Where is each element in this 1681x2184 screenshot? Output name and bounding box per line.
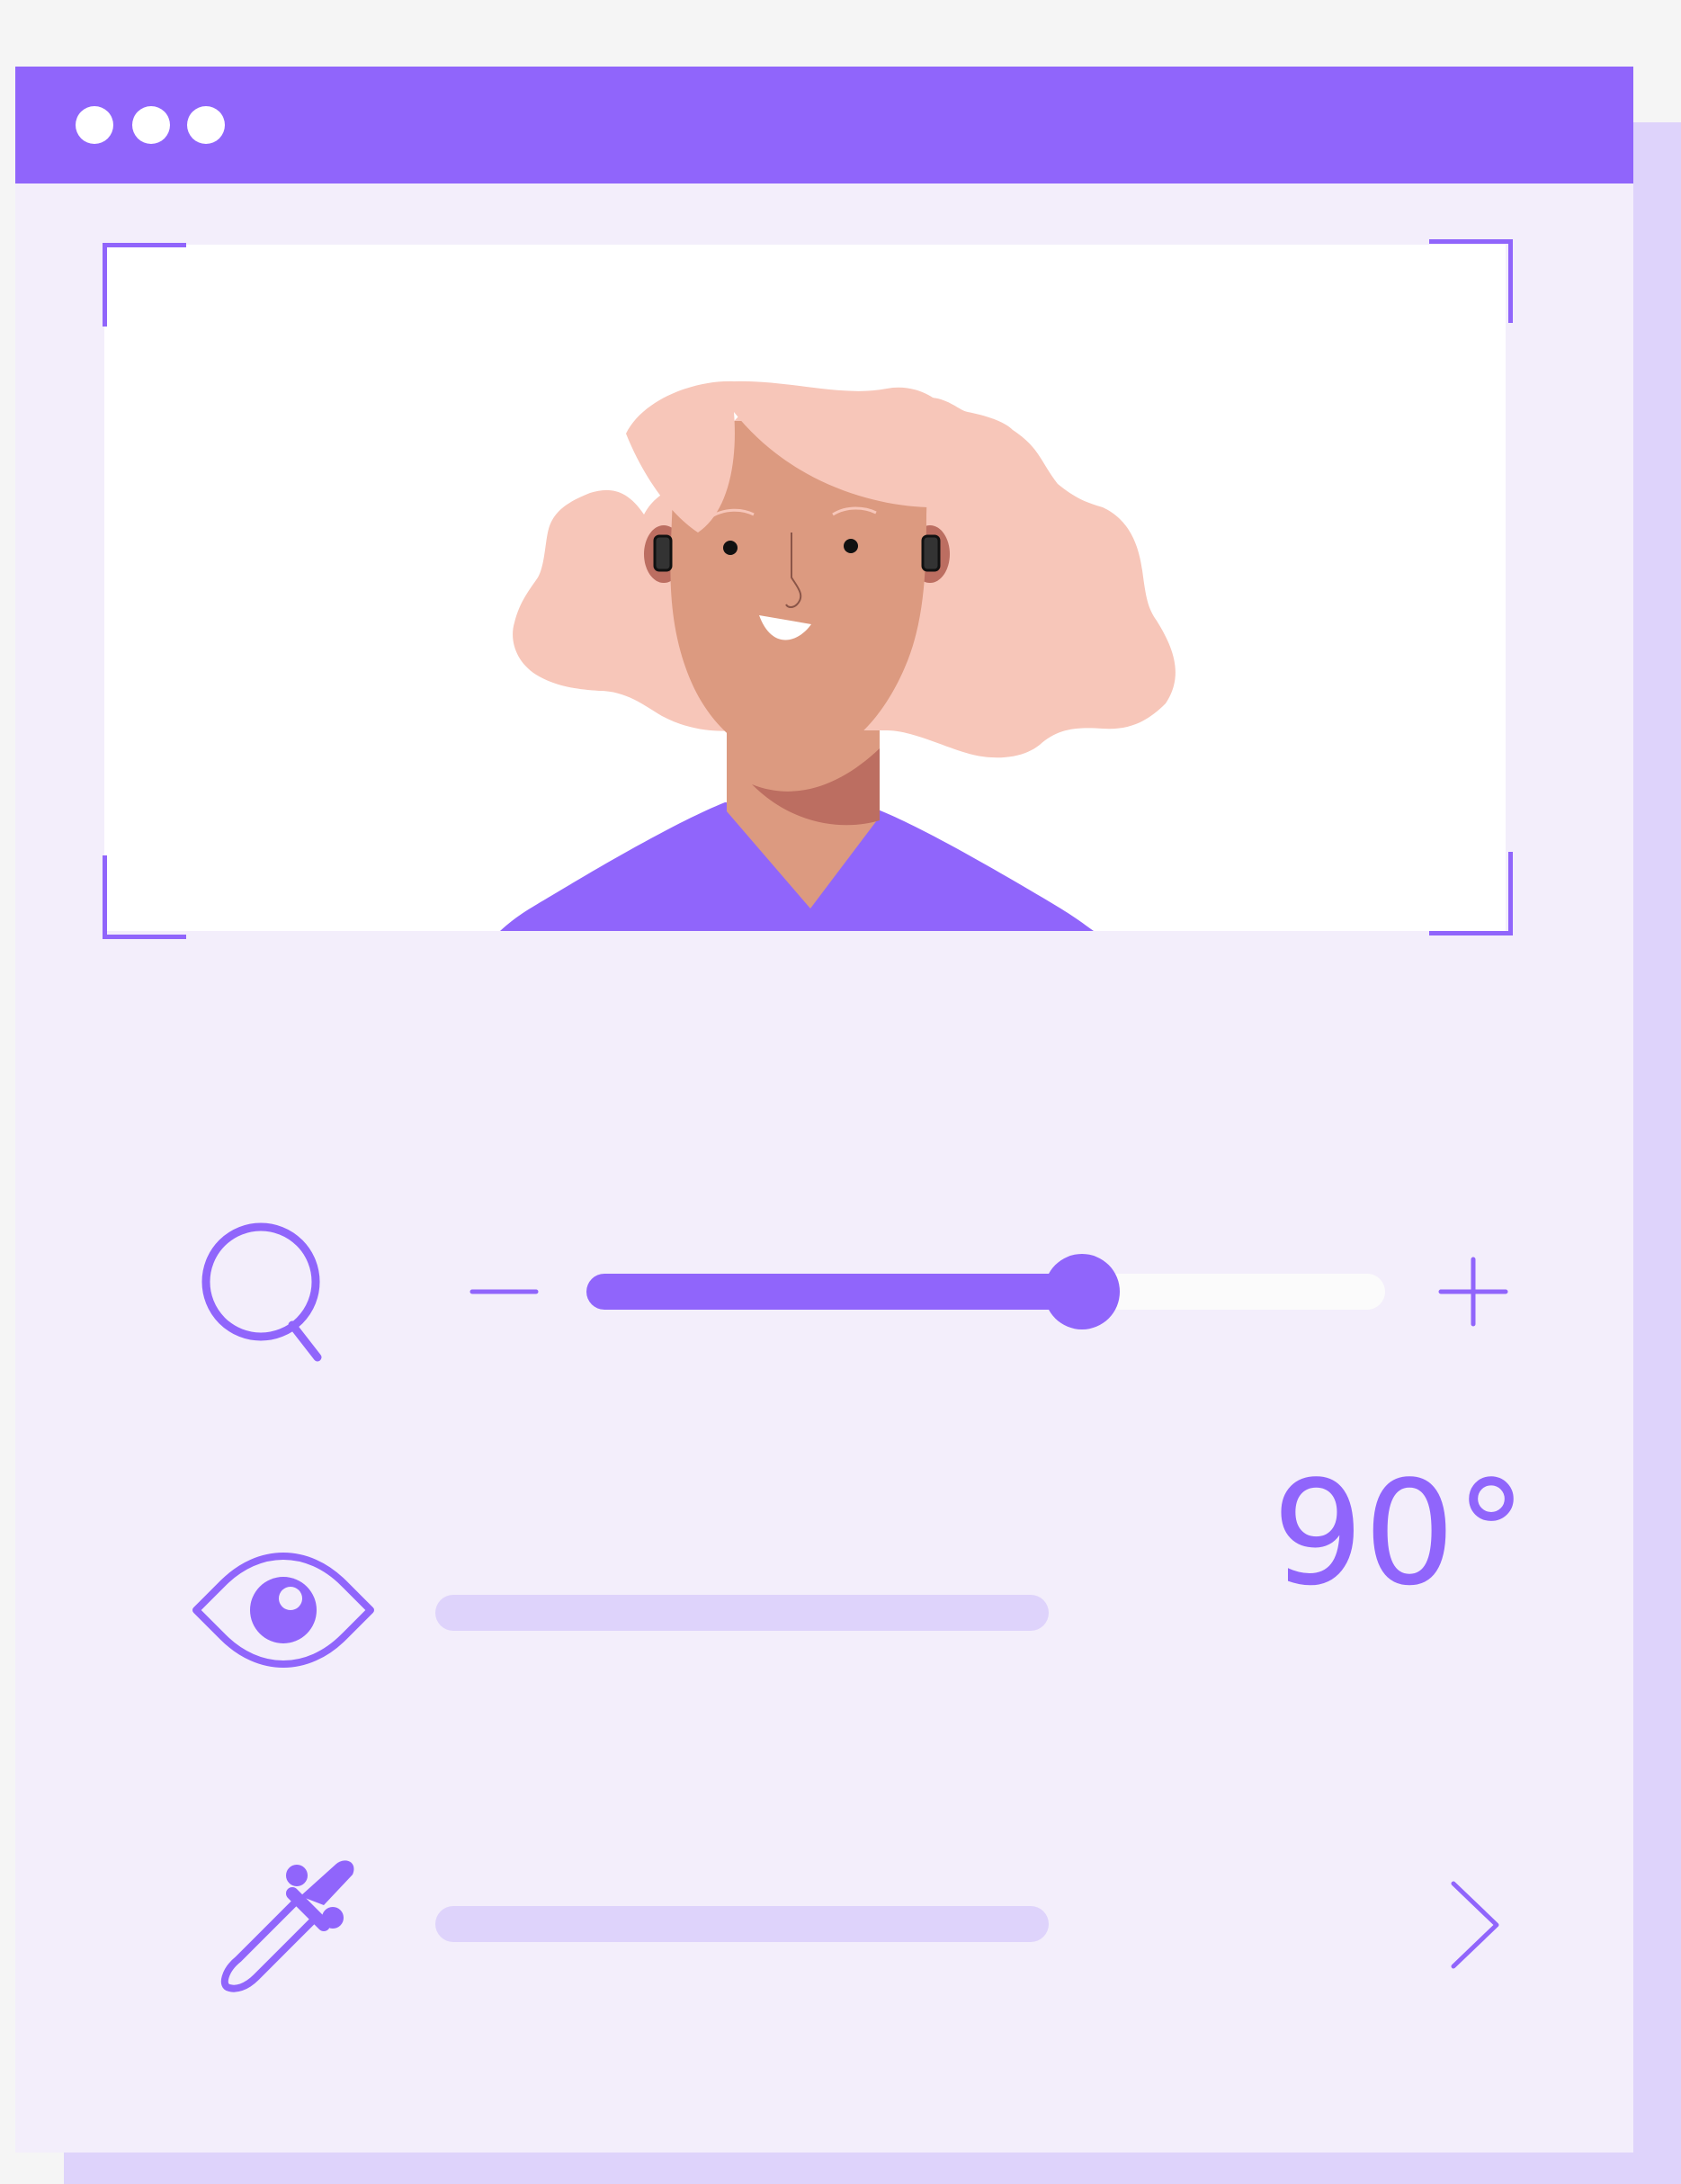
photo-preview[interactable] (104, 245, 1506, 931)
left-eye (723, 541, 738, 555)
right-hearing-aid (921, 534, 941, 572)
left-hearing-aid (653, 534, 673, 572)
window-control-dot[interactable] (76, 106, 113, 144)
crop-corner-bottom-right[interactable] (1429, 852, 1513, 935)
window-control-dot[interactable] (132, 106, 170, 144)
chevron-right-icon[interactable] (1443, 1878, 1507, 1972)
plus-icon[interactable] (1437, 1256, 1509, 1328)
window-control-dot[interactable] (187, 106, 225, 144)
portrait-illustration (500, 380, 1176, 931)
eyedropper-icon (220, 1860, 354, 1992)
zoom-slider-handle[interactable] (1043, 1254, 1120, 1329)
crop-corner-top-right[interactable] (1429, 239, 1513, 323)
minus-icon[interactable] (468, 1277, 540, 1304)
color-slider[interactable] (435, 1906, 1049, 1942)
eye-icon (192, 1553, 374, 1668)
zoom-slider[interactable] (586, 1254, 1385, 1329)
search-icon (201, 1222, 322, 1362)
crop-corner-bottom-left[interactable] (103, 855, 186, 939)
crop-corner-top-left[interactable] (103, 243, 186, 327)
view-angle-slider[interactable] (435, 1595, 1049, 1631)
title-bar (15, 67, 1633, 183)
zoom-slider-fill (586, 1274, 1082, 1310)
right-eye (844, 539, 858, 553)
view-angle-value: 90° (1272, 1449, 1527, 1617)
